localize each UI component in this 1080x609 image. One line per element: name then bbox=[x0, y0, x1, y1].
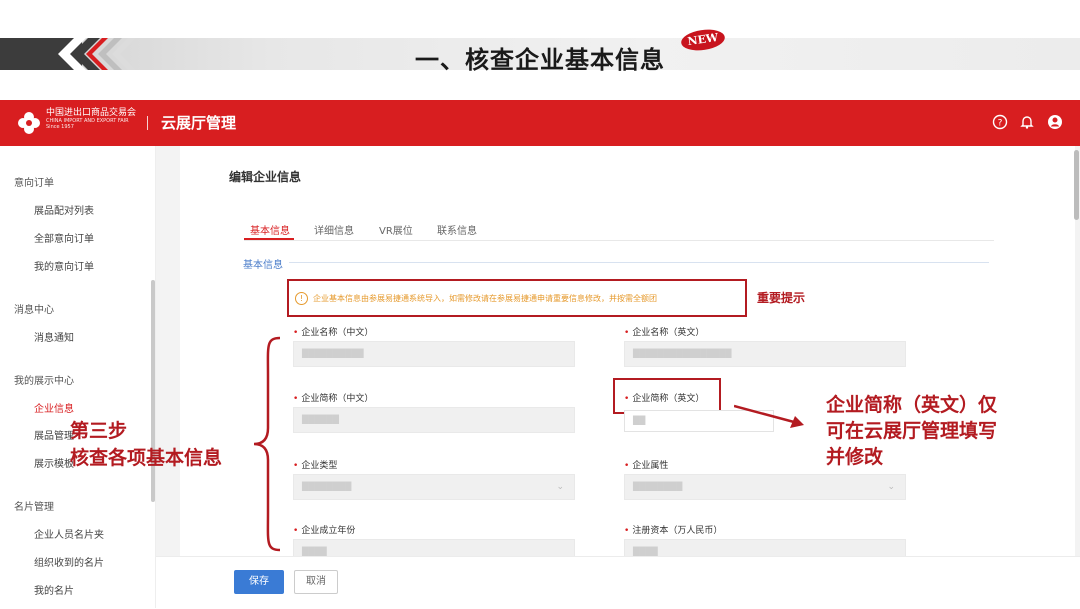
tab-vr-booth[interactable]: VR展位 bbox=[379, 222, 413, 237]
notice-text: 企业基本信息由参展易捷通系统导入，如需修改请在参展易捷通申请重要信息修改，并按需… bbox=[313, 294, 657, 303]
callout-line-1: 企业简称（英文）仅 bbox=[826, 394, 998, 416]
sidebar-item-my-card[interactable]: 我的名片 bbox=[34, 582, 74, 597]
tab-basic-info[interactable]: 基本信息 bbox=[250, 222, 290, 237]
callout-line-3: 并修改 bbox=[826, 446, 884, 468]
sidebar-item-product-management[interactable]: 展品管理 bbox=[34, 427, 74, 442]
sidebar-item-all-orders[interactable]: 全部意向订单 bbox=[34, 230, 94, 245]
bell-icon[interactable] bbox=[1018, 114, 1036, 132]
section-label: 基本信息 bbox=[243, 260, 283, 271]
field-company-attr[interactable]: ████████ ⌄ bbox=[624, 474, 906, 500]
field-label-short-en: • 企业简称（英文） bbox=[624, 394, 705, 404]
logo-text-since: Since 1957 bbox=[46, 124, 74, 130]
short-en-callout: 企业简称（英文）仅 可在云展厅管理填写 并修改 bbox=[826, 392, 997, 470]
notice-highlight-box: ! 企业基本信息由参展易捷通系统导入，如需修改请在参展易捷通申请重要信息修改，并… bbox=[287, 279, 747, 317]
field-label-registered-capital: • 注册资本（万人民币） bbox=[624, 526, 723, 536]
step-title: 第三步 bbox=[70, 420, 128, 442]
warning-icon: ! bbox=[295, 292, 308, 305]
section-divider bbox=[289, 262, 989, 263]
field-name-cn[interactable]: ██████████ bbox=[293, 341, 575, 367]
arrow-right-icon bbox=[734, 404, 804, 428]
canton-fair-logo-icon bbox=[18, 112, 40, 134]
sidebar-item-company-info[interactable]: 企业信息 bbox=[34, 400, 74, 415]
field-name-en[interactable]: ████████████████ bbox=[624, 341, 906, 367]
sidebar-group-orders[interactable]: 意向订单 bbox=[14, 174, 54, 189]
brace-icon bbox=[253, 336, 281, 552]
sidebar-group-messages[interactable]: 消息中心 bbox=[14, 301, 54, 316]
sidebar-item-product-matching[interactable]: 展品配对列表 bbox=[34, 202, 94, 217]
sidebar-group-showcase[interactable]: 我的展示中心 bbox=[14, 372, 74, 387]
slide-title: 一、核查企业基本信息 bbox=[415, 46, 665, 74]
user-icon[interactable] bbox=[1046, 114, 1064, 132]
field-label-company-type: • 企业类型 bbox=[293, 461, 338, 471]
form-title: 编辑企业信息 bbox=[229, 170, 302, 184]
sidebar-group-cards[interactable]: 名片管理 bbox=[14, 498, 54, 513]
app-header: 中国进出口商品交易会 CHINA IMPORT AND EXPORT FAIR … bbox=[0, 100, 1080, 146]
field-label-founded-year: • 企业成立年份 bbox=[293, 526, 356, 536]
header-divider bbox=[147, 116, 148, 130]
tab-contact-info[interactable]: 联系信息 bbox=[437, 222, 477, 237]
sidebar-item-my-orders[interactable]: 我的意向订单 bbox=[34, 258, 94, 273]
main-scrollbar[interactable] bbox=[1074, 150, 1079, 220]
sidebar-item-staff-cards[interactable]: 企业人员名片夹 bbox=[34, 526, 104, 541]
slide-header: 一、核查企业基本信息 NEW bbox=[0, 0, 1080, 92]
field-short-cn[interactable]: ██████ bbox=[293, 407, 575, 433]
field-company-type[interactable]: ████████ ⌄ bbox=[293, 474, 575, 500]
sidebar-item-display-template[interactable]: 展示模板 bbox=[34, 455, 74, 470]
field-label-company-attr: • 企业属性 bbox=[624, 461, 669, 471]
chevron-down-icon: ⌄ bbox=[887, 482, 895, 492]
save-button[interactable]: 保存 bbox=[234, 570, 284, 594]
app-name: 云展厅管理 bbox=[161, 114, 237, 132]
field-label-name-cn: • 企业名称（中文） bbox=[293, 328, 374, 338]
step-description: 核查各项基本信息 bbox=[70, 447, 223, 469]
field-label-short-cn: • 企业简称（中文） bbox=[293, 394, 374, 404]
field-label-name-en: • 企业名称（英文） bbox=[624, 328, 705, 338]
help-icon[interactable]: ? bbox=[991, 114, 1009, 132]
sidebar-item-received-cards[interactable]: 组织收到的名片 bbox=[34, 554, 104, 569]
chevron-down-icon: ⌄ bbox=[556, 482, 564, 492]
notice-callout-label: 重要提示 bbox=[757, 291, 806, 305]
sidebar-item-notifications[interactable]: 消息通知 bbox=[34, 329, 74, 344]
callout-line-2: 可在云展厅管理填写 bbox=[826, 420, 998, 442]
logo-text-cn: 中国进出口商品交易会 bbox=[46, 108, 137, 118]
cancel-button[interactable]: 取消 bbox=[294, 570, 338, 594]
tab-divider bbox=[244, 240, 994, 241]
step-annotation: 第三步 核查各项基本信息 bbox=[70, 418, 222, 472]
logo-text: 中国进出口商品交易会 CHINA IMPORT AND EXPORT FAIR … bbox=[46, 108, 136, 130]
tab-active-indicator bbox=[244, 238, 294, 240]
tab-detail-info[interactable]: 详细信息 bbox=[314, 222, 354, 237]
svg-text:?: ? bbox=[998, 119, 1003, 129]
